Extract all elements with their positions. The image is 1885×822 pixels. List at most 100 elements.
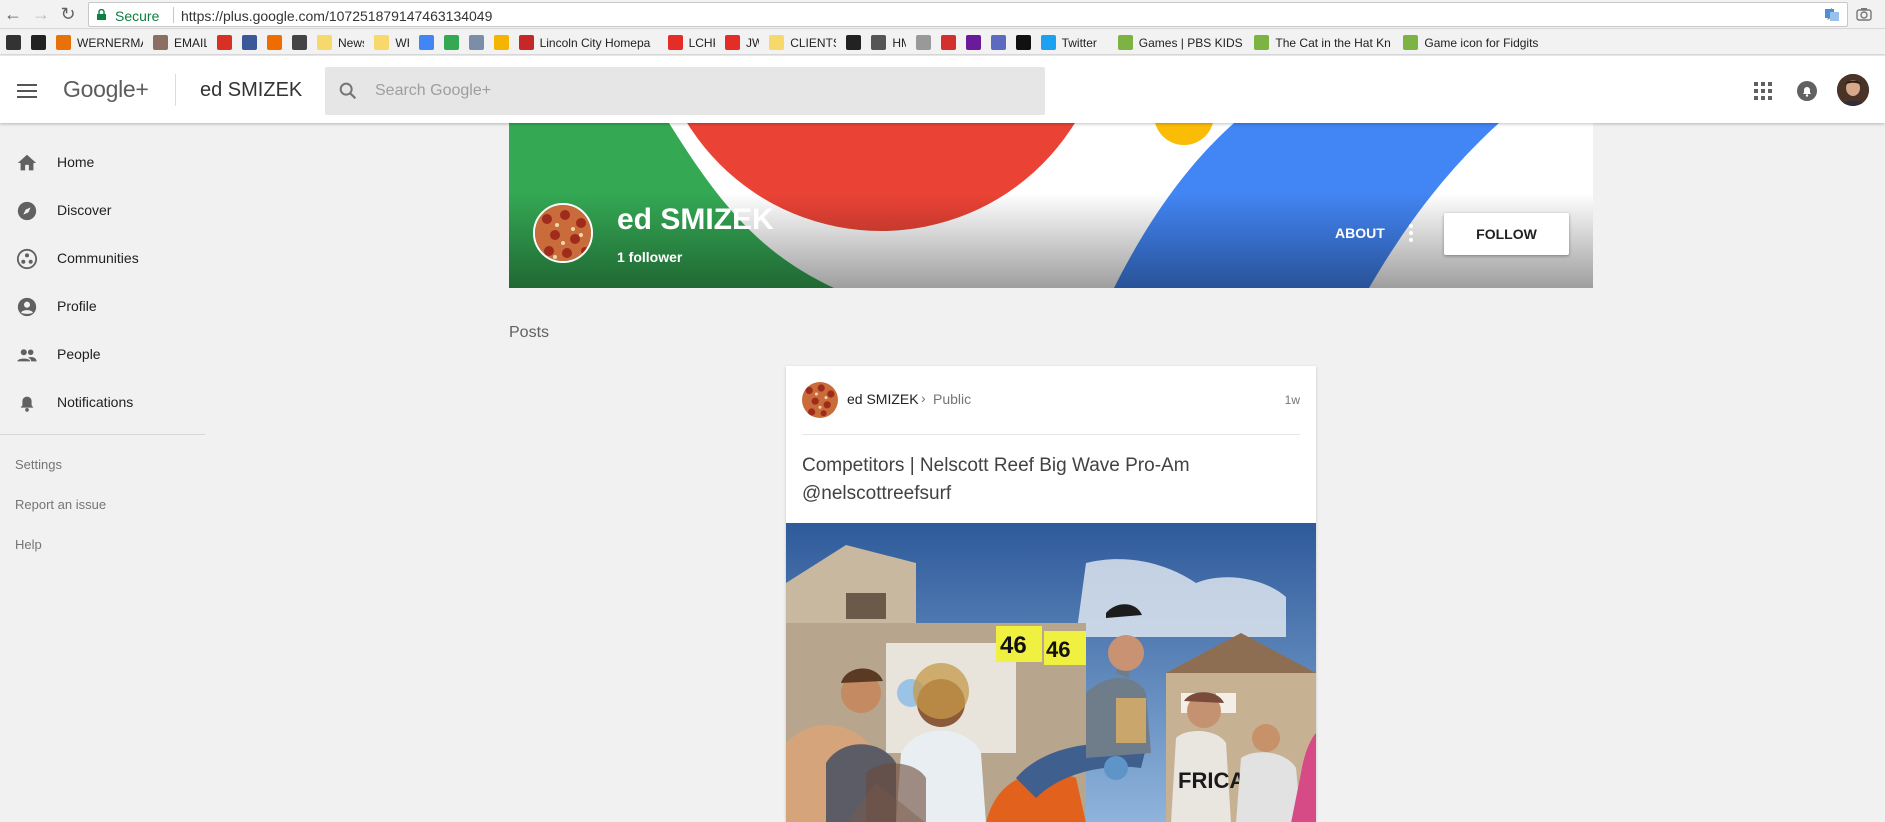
bookmark-favicon-icon: [6, 35, 21, 50]
bookmark-item[interactable]: [493, 34, 509, 51]
app-header: Google+ ed SMIZEK: [0, 56, 1885, 123]
bookmark-favicon-icon: [990, 35, 1006, 50]
bookmark-item[interactable]: Games | PBS KIDS: [1117, 34, 1245, 51]
bookmark-item[interactable]: WH: [374, 34, 409, 51]
people-icon: [17, 349, 37, 362]
bookmark-item[interactable]: LCHP: [667, 34, 715, 51]
bookmarks-bar: WERNERMAIL EMAIL News WH Lincoln City Homepa…: [0, 30, 1885, 55]
bookmark-item[interactable]: [242, 34, 257, 51]
bookmark-item[interactable]: Lincoln City Homepa: [518, 34, 658, 51]
bookmark-item[interactable]: News: [317, 34, 364, 51]
more-options-icon[interactable]: [1408, 224, 1414, 242]
bookmark-item[interactable]: [468, 34, 484, 51]
nav-item-home[interactable]: Home: [0, 142, 205, 182]
bookmark-label: Lincoln City Homepa: [539, 35, 651, 50]
help-link[interactable]: Help: [15, 537, 42, 552]
post-timestamp[interactable]: 1w: [1285, 393, 1300, 407]
notifications-bell-icon[interactable]: [1797, 81, 1817, 101]
search-icon: [339, 82, 357, 100]
bookmark-item[interactable]: [940, 34, 956, 51]
bookmark-item[interactable]: [217, 34, 232, 51]
secure-label: Secure: [115, 8, 160, 24]
bookmark-label: Game icon for Fidgits: [1424, 35, 1539, 50]
post-author-name[interactable]: ed SMIZEK: [847, 391, 919, 407]
bookmark-item[interactable]: Game icon for Fidgits: [1403, 34, 1542, 51]
apps-grid-icon[interactable]: [1754, 82, 1772, 100]
camera-icon[interactable]: [1856, 6, 1872, 22]
bookmark-label: WERNERMAIL: [77, 35, 143, 50]
compass-icon: [17, 201, 37, 221]
settings-link[interactable]: Settings: [15, 457, 62, 472]
avatar-photo-icon: [1837, 74, 1869, 106]
bookmark-label: CLIENTS: [790, 35, 837, 50]
reload-icon[interactable]: ↻: [58, 4, 78, 24]
post-text: Competitors | Nelscott Reef Big Wave Pro…: [802, 455, 1190, 504]
nav-label: Communities: [57, 250, 139, 266]
bookmark-item[interactable]: [846, 34, 862, 51]
bookmark-item[interactable]: WERNERMAIL: [56, 34, 143, 51]
post-divider: [802, 434, 1300, 435]
profile-avatar[interactable]: [533, 203, 593, 263]
bookmark-favicon-icon: [940, 35, 956, 50]
nav-item-profile[interactable]: Profile: [0, 286, 205, 326]
about-button[interactable]: ABOUT: [1335, 225, 1385, 241]
bookmark-item[interactable]: [1015, 34, 1031, 51]
google-plus-logo[interactable]: Google+: [63, 76, 149, 103]
bookmark-favicon-icon: [292, 35, 307, 50]
surfers-photo: 46 46 FRICA: [786, 523, 1316, 822]
bookmark-favicon-icon: [443, 35, 459, 50]
bookmark-item[interactable]: [965, 34, 981, 51]
bookmark-favicon-icon: [725, 35, 740, 50]
back-arrow-icon[interactable]: ←: [3, 4, 23, 24]
bookmark-item[interactable]: [267, 34, 282, 51]
forward-arrow-icon[interactable]: →: [31, 4, 51, 24]
shirt-lettering: FRICA: [1178, 768, 1245, 793]
chevron-right-icon: ›: [921, 390, 926, 406]
bookmark-favicon-icon: [769, 35, 785, 50]
nav-label: People: [57, 346, 101, 362]
bookmark-favicon-icon: [1403, 35, 1419, 50]
bookmark-label: The Cat in the Hat Kn: [1275, 35, 1391, 50]
bookmark-item[interactable]: HM: [871, 34, 906, 51]
bookmark-item[interactable]: CLIENTS: [769, 34, 836, 51]
bookmark-item[interactable]: [418, 34, 434, 51]
post-image[interactable]: 46 46 FRICA: [786, 523, 1316, 822]
pizza-avatar-icon: [802, 382, 838, 418]
bookmark-favicon-icon: [468, 35, 484, 50]
bookmark-favicon-icon: [667, 35, 683, 50]
nav-label: Notifications: [57, 394, 134, 410]
profile-name: ed SMIZEK: [617, 203, 774, 236]
report-issue-link[interactable]: Report an issue: [15, 497, 106, 512]
follow-button[interactable]: FOLLOW: [1444, 213, 1569, 255]
menu-icon[interactable]: [17, 84, 37, 98]
bookmark-item[interactable]: EMAIL: [153, 34, 207, 51]
extension-icon[interactable]: [1824, 6, 1840, 22]
nav-item-people[interactable]: People: [0, 334, 205, 374]
bookmark-item[interactable]: [6, 34, 21, 51]
bookmark-item[interactable]: [443, 34, 459, 51]
address-bar[interactable]: Secure https://plus.google.com/107251879…: [88, 2, 1848, 27]
bookmark-item[interactable]: [990, 34, 1006, 51]
bookmark-favicon-icon: [1015, 35, 1031, 50]
nav-item-notifications[interactable]: Notifications: [0, 382, 205, 422]
bookmark-item[interactable]: The Cat in the Hat Kn: [1254, 34, 1393, 51]
search-input[interactable]: [375, 79, 1015, 103]
nav-item-communities[interactable]: Communities: [0, 238, 205, 278]
nav-item-discover[interactable]: Discover: [0, 190, 205, 230]
bookmark-item[interactable]: JW: [725, 34, 759, 51]
bookmark-favicon-icon: [56, 35, 71, 50]
url-text[interactable]: https://plus.google.com/1072518791474631…: [181, 8, 492, 24]
race-number-left: 46: [1000, 632, 1027, 659]
bookmark-item[interactable]: [31, 34, 46, 51]
follower-count[interactable]: 1 follower: [617, 249, 682, 265]
bookmark-item[interactable]: Twitter: [1040, 34, 1108, 51]
header-profile-name: ed SMIZEK: [200, 79, 303, 101]
account-avatar[interactable]: [1837, 74, 1869, 106]
bookmark-label: WH: [395, 35, 408, 50]
bookmark-item[interactable]: [915, 34, 931, 51]
bookmark-label: HM: [892, 35, 905, 50]
bookmark-favicon-icon: [418, 35, 434, 50]
bookmark-item[interactable]: [292, 34, 307, 51]
post-author-avatar[interactable]: [802, 382, 838, 418]
search-bar[interactable]: [325, 67, 1045, 115]
